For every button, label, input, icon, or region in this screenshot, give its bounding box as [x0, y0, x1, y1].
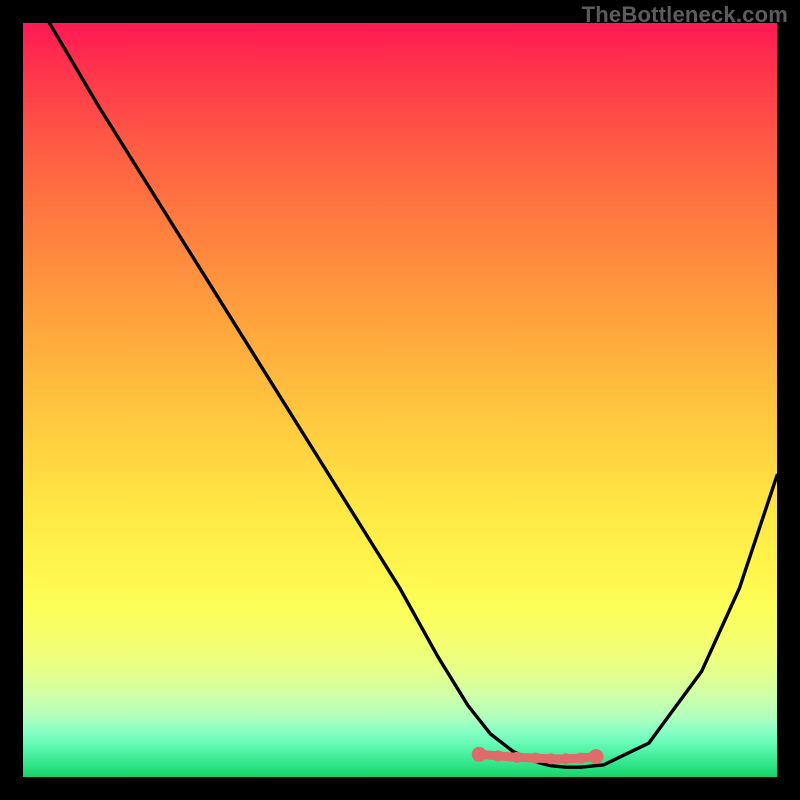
watermark-label: TheBottleneck.com — [582, 2, 788, 28]
chart-frame: TheBottleneck.com — [0, 0, 800, 800]
optimal-marker-dot — [576, 753, 587, 764]
optimal-marker-dot — [560, 753, 571, 764]
curve-svg — [23, 23, 777, 777]
gradient-plot-area — [23, 23, 777, 777]
optimal-marker-dot — [589, 749, 604, 764]
bottleneck-curve — [49, 23, 777, 767]
optimal-marker-dot — [511, 752, 522, 763]
optimal-marker-dot — [493, 750, 504, 761]
optimal-marker-dot — [472, 747, 487, 762]
optimal-marker-dot — [530, 753, 541, 764]
optimal-marker-dot — [545, 753, 556, 764]
